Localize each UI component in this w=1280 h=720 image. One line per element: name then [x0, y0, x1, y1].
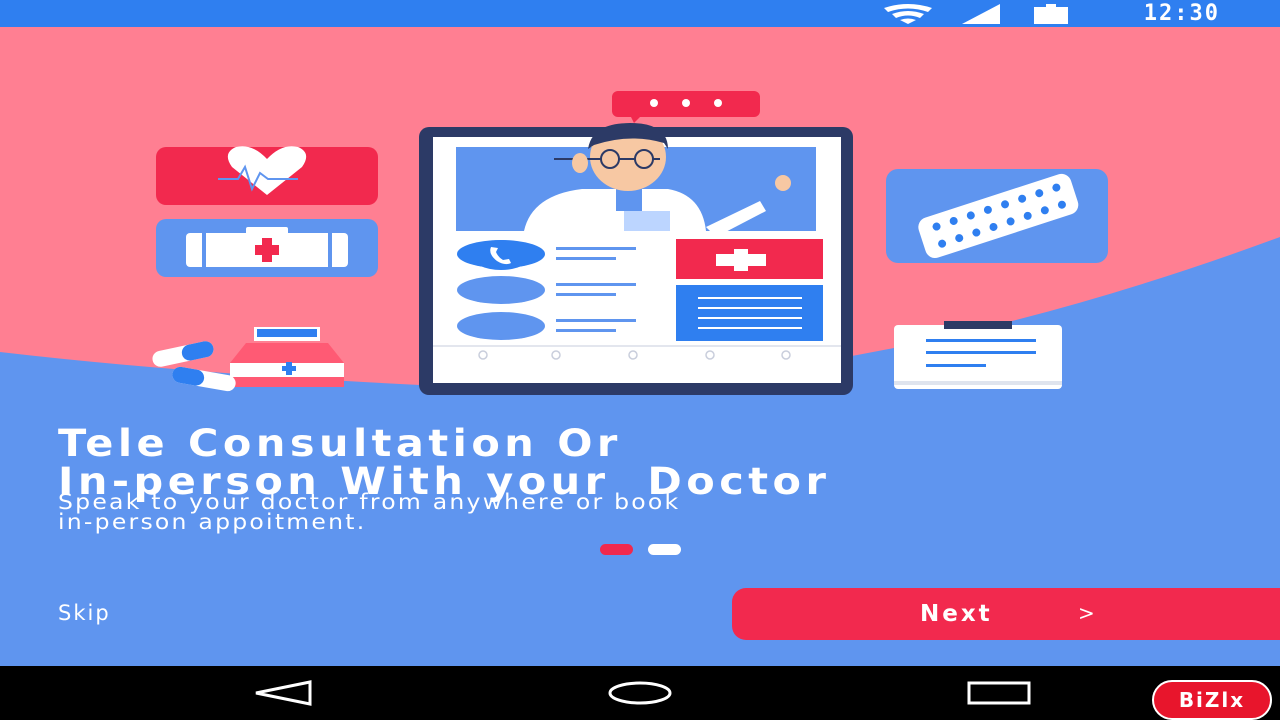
heart-rate-icon	[156, 146, 378, 205]
chevron-right-icon: >	[1078, 601, 1095, 625]
pill-bottle-icon	[230, 327, 344, 387]
clipboard-icon	[894, 321, 1062, 389]
subtitle-line-2: in-person appoitment.	[58, 510, 367, 534]
page-dot-active[interactable]	[600, 544, 633, 555]
status-time: 12:30	[1143, 1, 1220, 26]
page-dot-inactive[interactable]	[648, 544, 681, 555]
status-bar: 12:30	[0, 0, 1280, 27]
medical-cross-icon	[676, 239, 823, 279]
capsule-icon	[152, 341, 236, 392]
recents-icon[interactable]	[966, 680, 1032, 706]
title-line-1: Tele Consultation Or	[58, 422, 622, 465]
onboarding-screen: Tele Consultation Or In-person With your…	[0, 27, 1280, 666]
wifi-icon	[884, 4, 932, 24]
battery-icon	[1034, 4, 1068, 24]
brand-badge: BiZlx	[1152, 680, 1272, 720]
phone-mockup	[419, 123, 853, 395]
next-button[interactable]: Next >	[732, 588, 1280, 640]
back-icon[interactable]	[252, 680, 314, 706]
skip-button[interactable]: Skip	[58, 601, 111, 625]
onboarding-subtitle: Speak to your doctor from anywhere or bo…	[58, 492, 1223, 534]
chat-bubble-icon	[612, 91, 760, 123]
pill-blister-icon	[886, 169, 1108, 263]
brand-badge-text: BiZlx	[1178, 688, 1246, 712]
next-button-label: Next	[920, 601, 993, 627]
first-aid-kit-icon	[156, 219, 378, 277]
telemedicine-illustration	[152, 91, 1108, 395]
navigation-bar	[0, 666, 1280, 720]
cell-signal-icon	[962, 4, 1000, 24]
home-icon[interactable]	[606, 680, 674, 706]
